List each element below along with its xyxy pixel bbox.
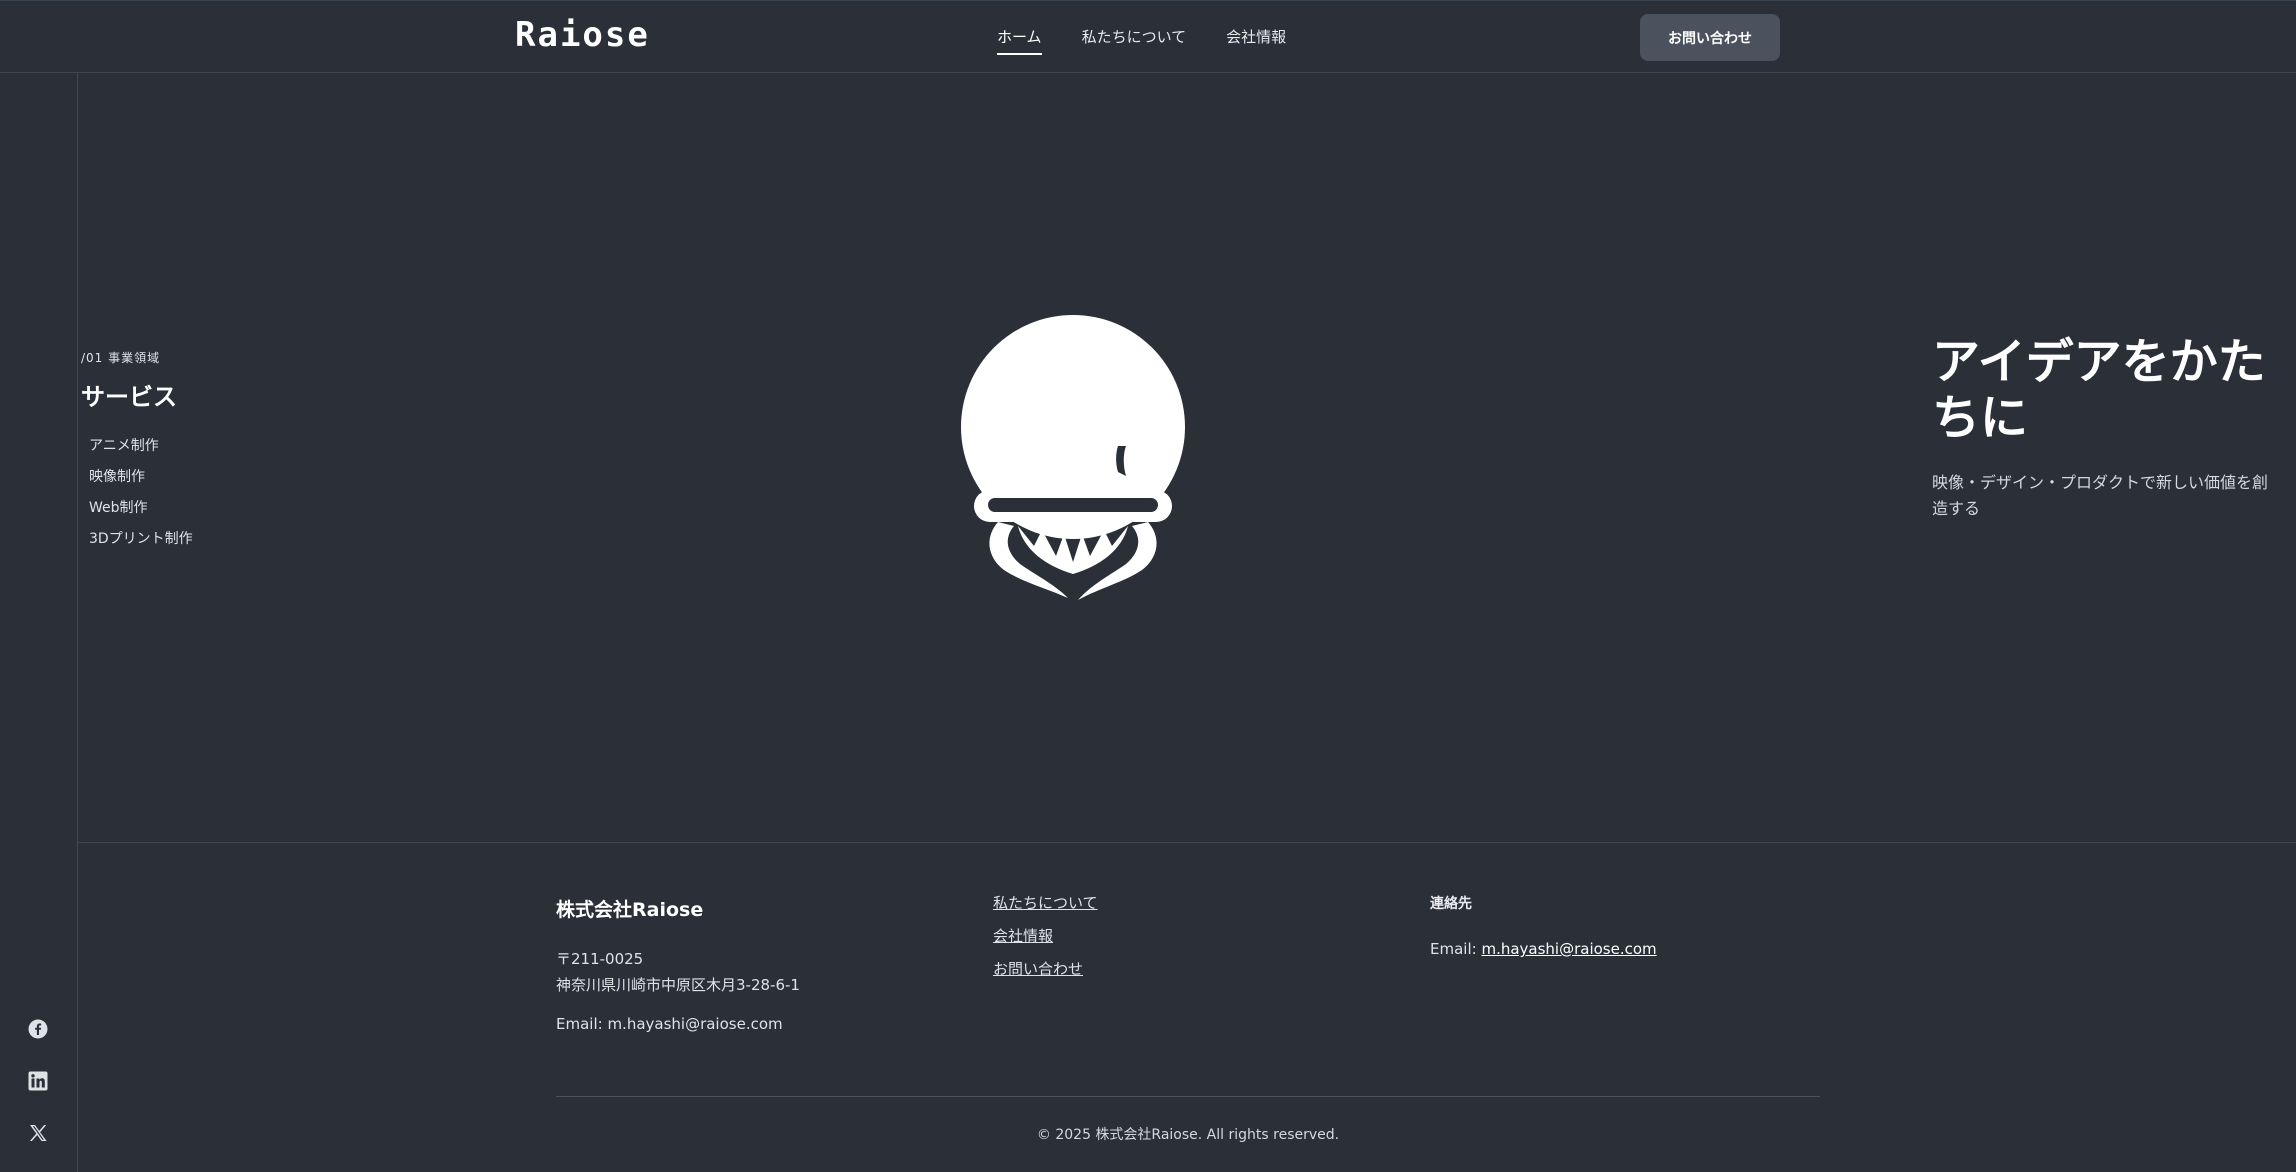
footer-link-contact[interactable]: お問い合わせ <box>993 958 1098 980</box>
footer-postal-code: 〒211-0025 <box>556 950 644 968</box>
nav-link-about[interactable]: 私たちについて <box>1082 26 1187 55</box>
nav-link-home[interactable]: ホーム <box>997 26 1042 55</box>
copyright-text: © 2025 株式会社Raiose. All rights reserved. <box>1036 1127 1340 1143</box>
linkedin-icon <box>28 1071 48 1091</box>
service-item-3dprint[interactable]: 3Dプリント制作 <box>89 529 193 560</box>
linkedin-link[interactable] <box>26 1069 50 1093</box>
footer-address: 神奈川県川崎市中原区木月3-28-6-1 <box>556 976 800 994</box>
service-item-web[interactable]: Web制作 <box>89 498 193 529</box>
footer-contact-email-link[interactable]: m.hayashi@raiose.com <box>1481 940 1656 958</box>
footer-contact-heading: 連絡先 <box>1430 896 1472 912</box>
brand-logo[interactable]: Raiose <box>515 18 650 52</box>
service-item-anime[interactable]: アニメ制作 <box>89 436 193 467</box>
footer-contact-email: Email: m.hayashi@raiose.com <box>1430 940 1657 958</box>
footer-top-divider <box>78 842 2296 843</box>
footer-company-email: Email: m.hayashi@raiose.com <box>556 1015 783 1033</box>
service-item-video[interactable]: 映像制作 <box>89 467 193 498</box>
hero-subtitle: 映像・デザイン・プロダクトで新しい価値を創造する <box>1932 473 2269 518</box>
services-eyebrow: /01 事業領域 <box>81 351 161 365</box>
footer-contact-email-prefix: Email: <box>1430 940 1482 958</box>
services-title: サービス <box>81 383 177 411</box>
jellyfish-emblem <box>961 315 1185 600</box>
main-nav: ホーム 私たちについて 会社情報 <box>997 26 1286 55</box>
contact-button[interactable]: お問い合わせ <box>1640 14 1780 61</box>
nav-link-company[interactable]: 会社情報 <box>1226 26 1286 55</box>
footer-link-about[interactable]: 私たちについて <box>993 892 1098 914</box>
footer-link-company[interactable]: 会社情報 <box>993 925 1098 947</box>
footer-bottom-divider <box>556 1096 1820 1097</box>
footer-company-name: 株式会社Raiose <box>556 899 704 921</box>
site-header: Raiose ホーム 私たちについて 会社情報 お問い合わせ <box>0 0 2296 73</box>
services-list: アニメ制作 映像制作 Web制作 3Dプリント制作 <box>89 436 193 560</box>
facebook-link[interactable] <box>26 1017 50 1041</box>
footer-links: 私たちについて 会社情報 お問い合わせ <box>993 892 1098 980</box>
facebook-icon <box>28 1019 48 1039</box>
hero-title: アイデアをかたちに <box>1932 334 2266 446</box>
left-rail <box>0 73 78 1172</box>
